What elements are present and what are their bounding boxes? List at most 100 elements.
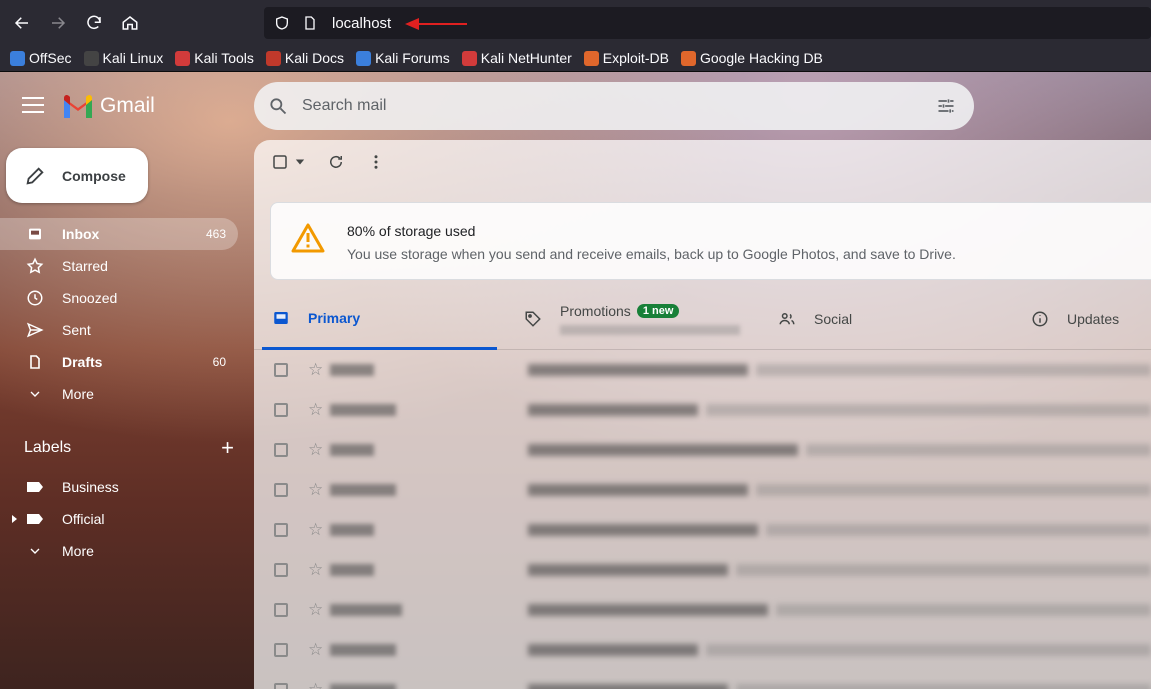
message-row[interactable]: ☆ (254, 670, 1151, 689)
message-row[interactable]: ☆ (254, 470, 1151, 510)
redacted-sender (330, 684, 396, 689)
bookmark-item[interactable]: Kali NetHunter (461, 50, 572, 66)
tab-social[interactable]: Social (778, 288, 852, 350)
message-row[interactable]: ☆ (254, 430, 1151, 470)
reload-button[interactable] (76, 5, 112, 41)
sidebar-item-drafts[interactable]: Drafts 60 (0, 346, 238, 378)
clock-icon (26, 289, 44, 307)
redacted-sender (330, 444, 374, 456)
storage-warning-banner: 80% of storage used You use storage when… (270, 202, 1151, 280)
redacted-snippet (806, 444, 1151, 456)
labels-list: Business Official More (0, 471, 250, 567)
search-bar[interactable]: Search mail (254, 82, 974, 130)
sidebar-item-starred[interactable]: Starred (0, 250, 238, 282)
bookmark-item[interactable]: Kali Docs (265, 50, 344, 66)
tab-updates[interactable]: Updates (1031, 288, 1119, 350)
sidebar-item-more[interactable]: More (0, 378, 238, 410)
compose-button[interactable]: Compose (6, 148, 148, 203)
redacted-sender (330, 364, 374, 376)
bookmark-icon (583, 50, 599, 66)
redacted-subject (528, 364, 748, 376)
star-icon[interactable]: ☆ (308, 560, 326, 580)
search-icon[interactable] (268, 96, 288, 116)
star-icon[interactable]: ☆ (308, 400, 326, 420)
unread-count: 463 (205, 227, 226, 241)
bookmark-label: Kali Forums (375, 50, 450, 66)
more-options-icon[interactable] (366, 152, 386, 172)
message-row[interactable]: ☆ (254, 590, 1151, 630)
sidebar-item-label: Snoozed (62, 290, 118, 306)
message-row[interactable]: ☆ (254, 510, 1151, 550)
gmail-logo[interactable]: Gmail (62, 94, 155, 118)
bookmark-icon (175, 50, 191, 66)
sidebar-item-sent[interactable]: Sent (0, 314, 238, 346)
browser-toolbar: localhost (0, 0, 1151, 45)
bookmark-item[interactable]: Kali Tools (175, 50, 254, 66)
label-icon (26, 478, 44, 496)
row-checkbox[interactable] (274, 643, 288, 657)
sidebar-nav: Inbox 463 Starred Snoozed Sent Drafts 60 More (0, 218, 250, 410)
row-checkbox[interactable] (274, 523, 288, 537)
labels-header: Labels + (24, 437, 234, 459)
message-row[interactable]: ☆ (254, 390, 1151, 430)
bookmarks-bar: OffSec Kali Linux Kali Tools Kali Docs Kali … (0, 45, 1151, 72)
redacted-subject (528, 564, 728, 576)
search-options-icon[interactable] (936, 96, 956, 116)
message-row[interactable]: ☆ (254, 550, 1151, 590)
home-button[interactable] (112, 5, 148, 41)
row-checkbox[interactable] (274, 683, 288, 689)
bookmark-label: OffSec (29, 50, 72, 66)
back-button[interactable] (4, 5, 40, 41)
select-all-checkbox[interactable] (270, 152, 290, 172)
refresh-icon[interactable] (326, 152, 346, 172)
search-input[interactable]: Search mail (302, 97, 386, 115)
bookmark-item[interactable]: Kali Forums (356, 50, 450, 66)
row-checkbox[interactable] (274, 483, 288, 497)
tab-primary[interactable]: Primary (262, 288, 497, 350)
star-icon[interactable]: ☆ (308, 680, 326, 689)
row-checkbox[interactable] (274, 403, 288, 417)
star-icon[interactable]: ☆ (308, 440, 326, 460)
bookmark-item[interactable]: OffSec (10, 50, 72, 66)
row-checkbox[interactable] (274, 603, 288, 617)
star-icon[interactable]: ☆ (308, 600, 326, 620)
sidebar-item-snoozed[interactable]: Snoozed (0, 282, 238, 314)
category-tabs: Primary Promotions 1 new Social Updates (254, 288, 1151, 350)
redacted-sender (330, 564, 374, 576)
storage-body: You use storage when you send and receiv… (347, 246, 956, 262)
tab-promotions[interactable]: Promotions 1 new (524, 288, 740, 350)
label-item-more[interactable]: More (0, 535, 238, 567)
bookmark-item[interactable]: Kali Linux (83, 50, 163, 66)
star-icon[interactable]: ☆ (308, 360, 326, 380)
star-icon[interactable]: ☆ (308, 640, 326, 660)
redacted-subject (528, 484, 748, 496)
row-checkbox[interactable] (274, 363, 288, 377)
add-label-icon[interactable]: + (221, 437, 234, 459)
label-item-official[interactable]: Official (0, 503, 238, 535)
row-checkbox[interactable] (274, 563, 288, 577)
redacted-subject (528, 644, 698, 656)
sidebar-item-inbox[interactable]: Inbox 463 (0, 218, 238, 250)
labels-title: Labels (24, 439, 72, 456)
star-icon[interactable]: ☆ (308, 520, 326, 540)
promotions-text: Promotions 1 new (560, 303, 740, 335)
bookmark-label: Kali NetHunter (480, 50, 572, 66)
row-checkbox[interactable] (274, 443, 288, 457)
bookmark-item[interactable]: Google Hacking DB (680, 50, 823, 66)
message-row[interactable]: ☆ (254, 350, 1151, 390)
bookmark-item[interactable]: Exploit-DB (583, 50, 669, 66)
label-name: Official (62, 511, 105, 527)
star-icon[interactable]: ☆ (308, 480, 326, 500)
message-row[interactable]: ☆ (254, 630, 1151, 670)
chevron-down-icon (26, 542, 44, 560)
label-tag-shape (27, 514, 43, 524)
expand-arrow-icon[interactable] (12, 515, 17, 523)
main-menu-icon[interactable] (22, 97, 44, 113)
unread-count: 60 (212, 355, 226, 369)
label-item-business[interactable]: Business (0, 471, 238, 503)
url-bar[interactable]: localhost (264, 7, 1151, 39)
draft-icon (26, 353, 44, 371)
forward-button[interactable] (40, 5, 76, 41)
redacted-sender (330, 604, 402, 616)
select-dropdown-icon[interactable] (294, 152, 306, 172)
